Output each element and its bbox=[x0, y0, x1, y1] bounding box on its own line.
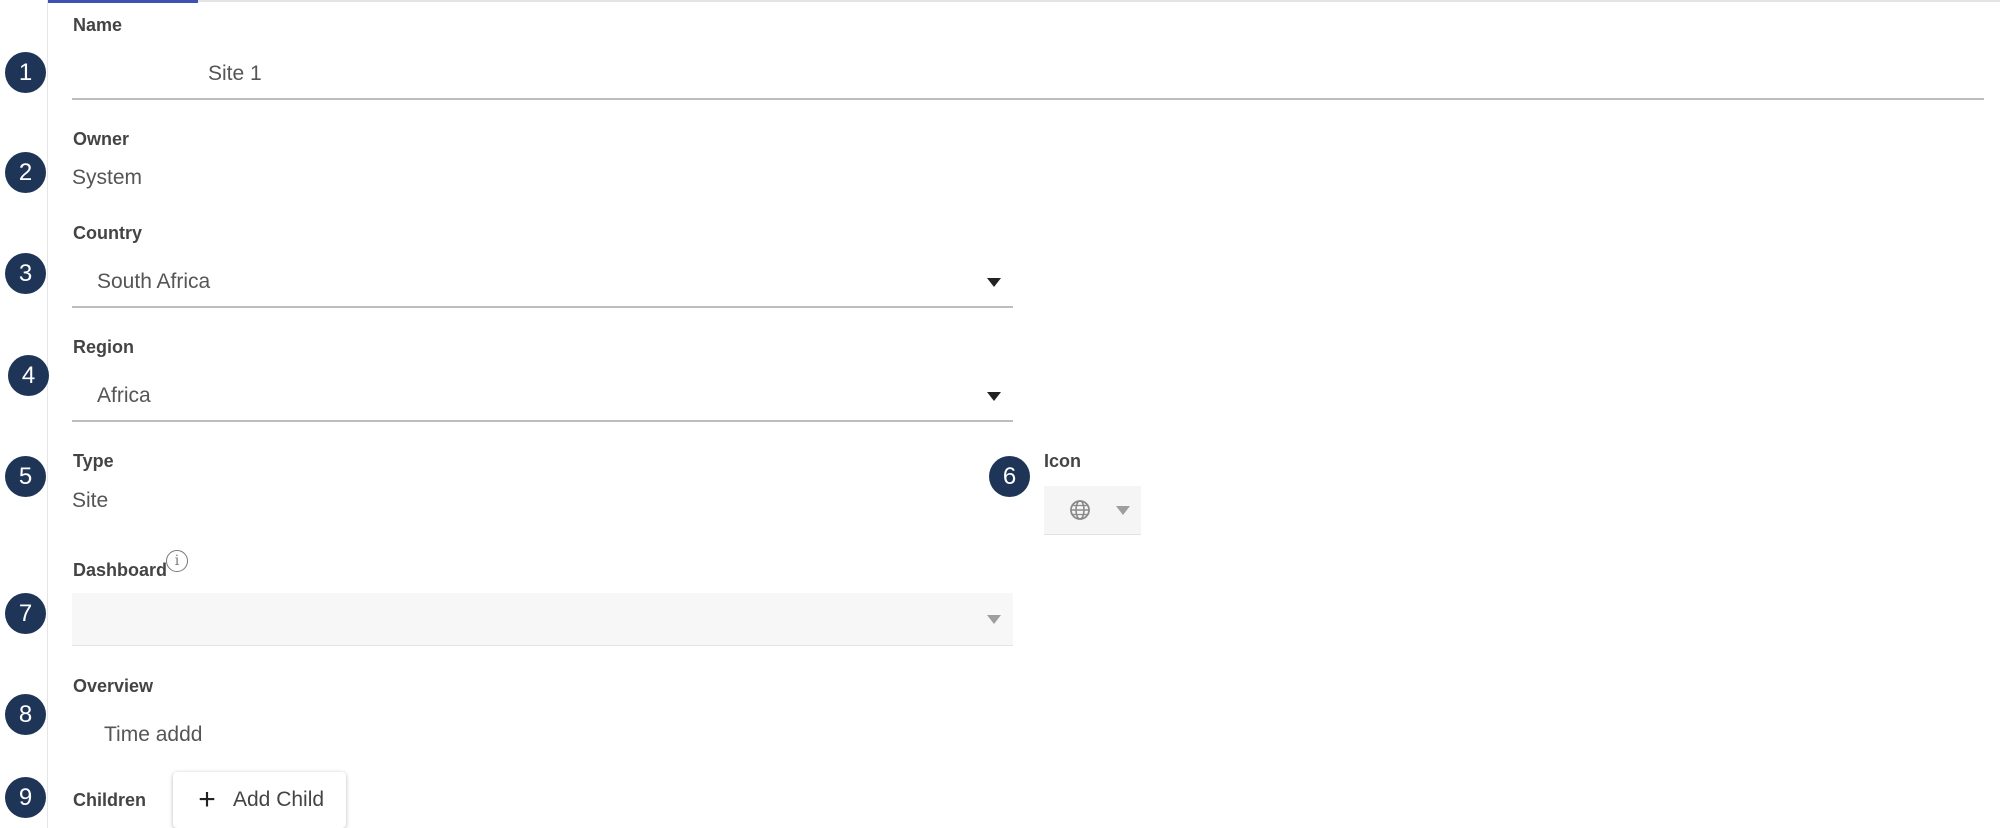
badge-9: 9 bbox=[5, 777, 46, 818]
icon-select[interactable] bbox=[1044, 486, 1141, 535]
dashboard-label: Dashboard bbox=[73, 560, 168, 580]
active-tab-indicator bbox=[48, 0, 198, 3]
country-label: Country bbox=[73, 223, 142, 243]
overview-label: Overview bbox=[73, 676, 154, 696]
badge-1: 1 bbox=[5, 52, 46, 93]
left-divider bbox=[47, 0, 48, 828]
globe-icon bbox=[1070, 500, 1090, 520]
owner-label: Owner bbox=[73, 129, 130, 149]
icon-label: Icon bbox=[1044, 451, 1082, 471]
owner-value: System bbox=[72, 166, 143, 189]
type-value: Site bbox=[72, 489, 109, 512]
add-child-button[interactable]: + Add Child bbox=[173, 772, 346, 828]
chevron-down-icon bbox=[987, 278, 1001, 287]
chevron-down-icon bbox=[987, 392, 1001, 401]
chevron-down-icon bbox=[1116, 506, 1130, 515]
type-label: Type bbox=[73, 451, 114, 471]
badge-7: 7 bbox=[5, 593, 46, 634]
badge-4: 4 bbox=[8, 355, 49, 396]
chevron-down-icon bbox=[987, 615, 1001, 624]
badge-2: 2 bbox=[5, 152, 46, 193]
badge-6: 6 bbox=[989, 456, 1030, 497]
overview-text[interactable]: Time addd bbox=[104, 723, 202, 747]
name-label: Name bbox=[73, 15, 123, 35]
region-select-underline bbox=[72, 420, 1013, 422]
region-select-value: Africa bbox=[97, 384, 151, 407]
info-icon[interactable]: i bbox=[166, 550, 188, 572]
badge-3: 3 bbox=[5, 253, 46, 294]
name-field-underline bbox=[72, 98, 1984, 100]
badge-8: 8 bbox=[5, 694, 46, 735]
country-select[interactable]: South Africa bbox=[72, 260, 1013, 310]
region-select[interactable]: Africa bbox=[72, 374, 1013, 424]
name-field[interactable]: Site 1 bbox=[208, 62, 262, 86]
plus-icon: + bbox=[198, 783, 216, 816]
children-label: Children bbox=[73, 790, 147, 810]
country-select-value: South Africa bbox=[97, 270, 211, 293]
badge-5: 5 bbox=[5, 456, 46, 497]
region-label: Region bbox=[73, 337, 134, 357]
country-select-underline bbox=[72, 306, 1013, 308]
add-child-button-label: Add Child bbox=[233, 788, 325, 811]
dashboard-select[interactable] bbox=[72, 593, 1013, 646]
top-divider bbox=[48, 0, 2000, 2]
